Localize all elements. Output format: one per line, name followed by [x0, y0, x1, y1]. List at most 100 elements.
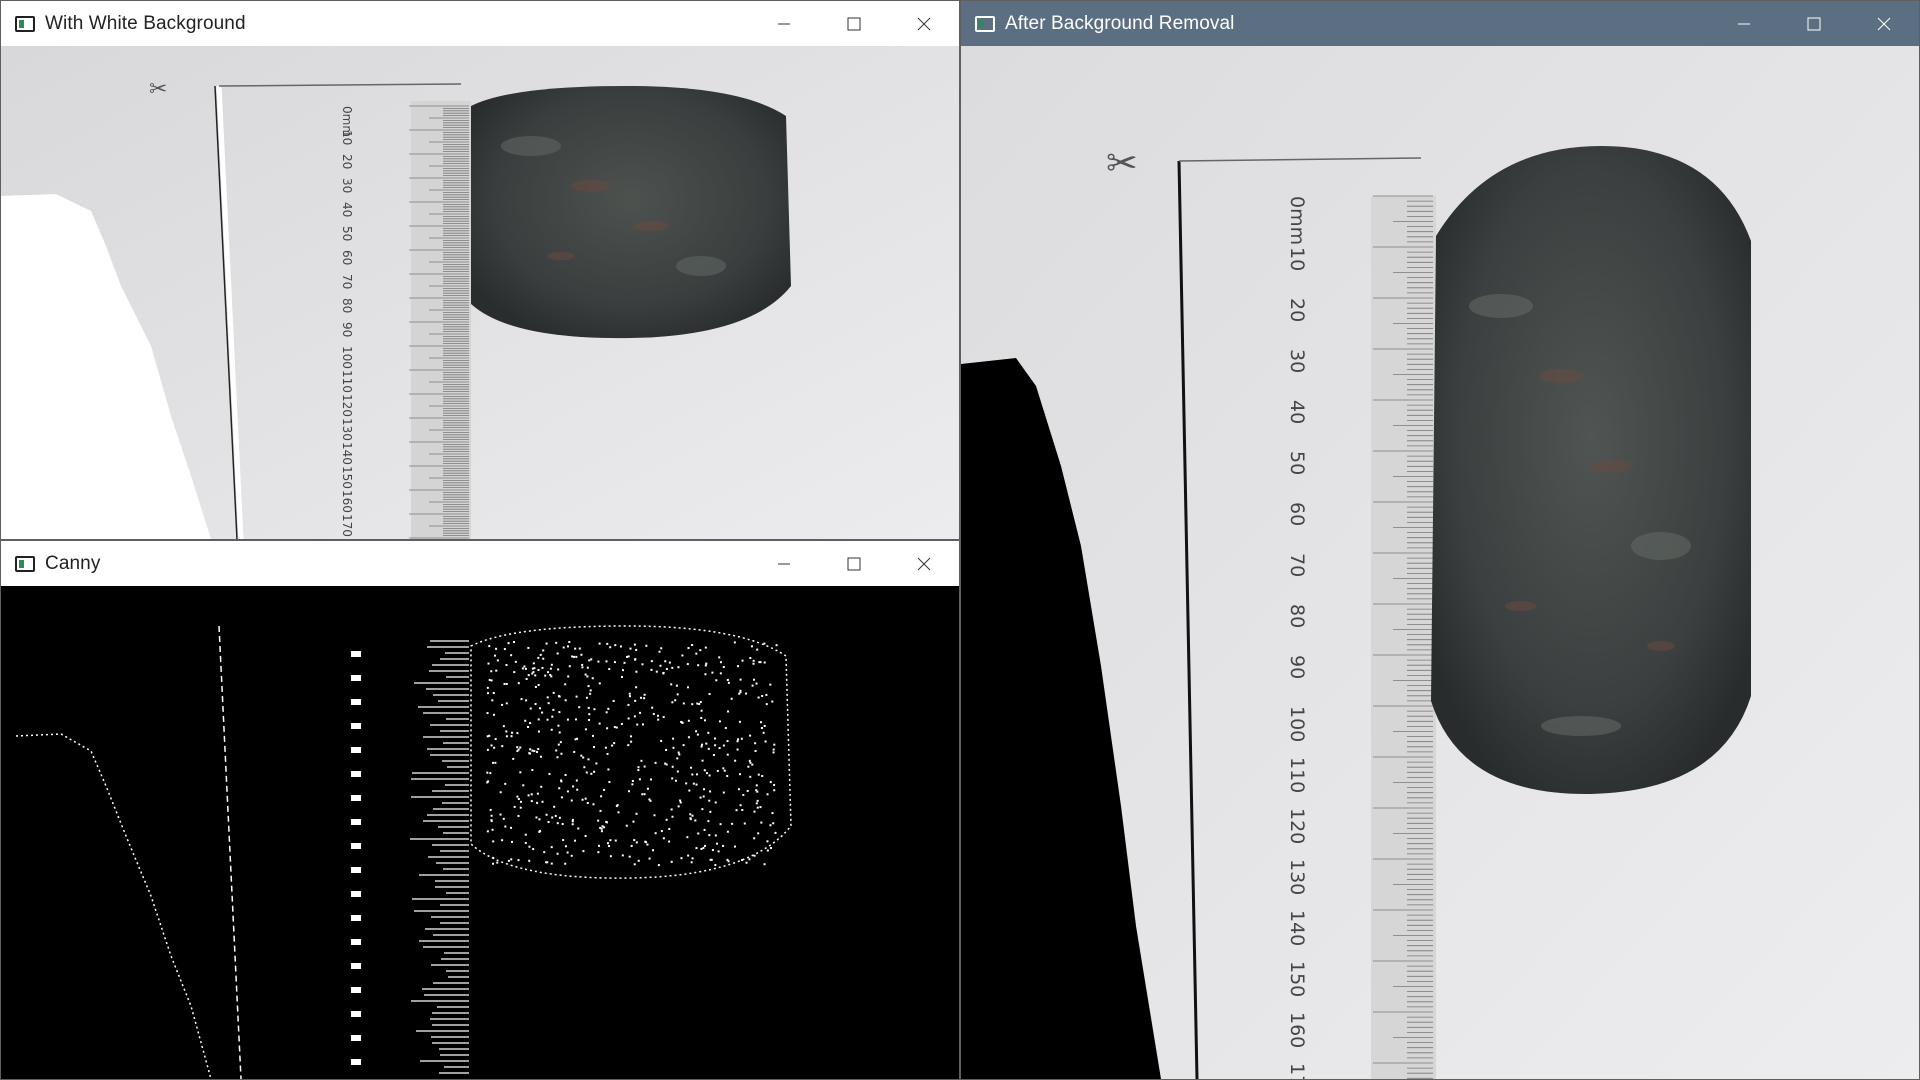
titlebar[interactable]: With White Background — [1, 1, 959, 46]
edge-speck — [547, 671, 550, 674]
edge-speck — [690, 861, 693, 864]
minimize-button[interactable] — [749, 541, 819, 586]
edge-speck — [524, 719, 527, 722]
close-button[interactable] — [889, 1, 959, 46]
edge-speck — [562, 646, 565, 649]
edge-speck — [499, 813, 502, 816]
edge-speck — [708, 693, 711, 696]
edge-speck — [524, 833, 527, 836]
edge-speck — [501, 745, 504, 748]
edge-speck — [752, 659, 755, 662]
edge-speck — [696, 733, 699, 736]
edge-speck — [677, 805, 680, 808]
edge-speck — [532, 662, 535, 665]
maximize-button[interactable] — [819, 541, 889, 586]
edge-speck — [708, 774, 711, 777]
edge-speck — [660, 830, 663, 833]
ruler-label: 130 — [340, 418, 354, 441]
edge-speck — [705, 662, 708, 665]
titlebar[interactable]: After Background Removal — [961, 1, 1919, 46]
image-view: ✂ 0mm 10 20 30 40 50 60 70 80 90 100 110 120 130 140 15… — [1, 46, 959, 539]
image-view — [1, 586, 959, 1079]
edge-speck — [557, 668, 560, 671]
edge-speck — [524, 841, 527, 844]
edge-speck — [545, 813, 548, 816]
edge-speck — [696, 702, 699, 705]
edge-speck — [351, 1011, 361, 1017]
ruler-label: 130 — [1286, 859, 1308, 895]
edge-speck — [504, 782, 507, 785]
edge-speck — [707, 731, 710, 734]
maximize-button[interactable] — [819, 1, 889, 46]
edge-speck — [643, 693, 646, 696]
edge-speck — [486, 686, 489, 689]
edge-speck — [591, 677, 594, 680]
edge-speck — [629, 735, 632, 738]
edge-speck — [531, 749, 534, 752]
edge-speck — [577, 827, 580, 830]
window-canny[interactable]: Canny — [0, 540, 960, 1080]
edge-speck — [735, 809, 738, 812]
edge-speck — [532, 848, 535, 851]
edge-speck — [745, 861, 748, 864]
edge-speck — [671, 701, 674, 704]
edge-speck — [756, 806, 759, 809]
ruler-label: 170 — [340, 514, 354, 537]
edge-speck — [650, 668, 653, 671]
edge-speck — [505, 702, 508, 705]
edge-speck — [626, 655, 629, 658]
edge-speck — [753, 810, 756, 813]
titlebar[interactable]: Canny — [1, 541, 959, 586]
edge-speck — [648, 857, 651, 860]
minimize-button[interactable] — [749, 1, 819, 46]
edge-speck — [717, 850, 720, 853]
minimize-icon — [778, 23, 790, 24]
edge-speck — [726, 774, 729, 777]
edge-speck — [546, 696, 549, 699]
edge-speck — [761, 695, 764, 698]
edge-speck — [505, 682, 508, 685]
edge-speck — [711, 849, 714, 852]
window-after-background-removal[interactable]: After Background Removal ✂ 0mm 10 20 30 … — [960, 0, 1920, 1080]
edge-speck — [517, 682, 520, 685]
edge-speck — [764, 740, 767, 743]
edge-speck — [676, 770, 679, 773]
edge-speck — [588, 713, 591, 716]
edge-speck — [643, 765, 646, 768]
edge-speck — [598, 682, 601, 685]
edge-speck — [491, 699, 494, 702]
edge-speck — [540, 785, 543, 788]
minimize-button[interactable] — [1709, 1, 1779, 46]
edge-speck — [571, 820, 574, 823]
edge-speck — [712, 754, 715, 757]
edge-speck — [726, 753, 729, 756]
edge-speck — [634, 658, 637, 661]
edge-speck — [505, 730, 508, 733]
edge-speck — [560, 752, 563, 755]
edge-speck — [628, 692, 631, 695]
close-button[interactable] — [889, 541, 959, 586]
edge-speck — [670, 860, 673, 863]
edge-speck — [746, 789, 749, 792]
edge-speck — [691, 857, 694, 860]
edge-speck — [538, 830, 541, 833]
edge-speck — [700, 717, 703, 720]
close-button[interactable] — [1849, 1, 1919, 46]
edge-speck — [757, 773, 760, 776]
edge-speck — [701, 808, 704, 811]
edge-speck — [691, 773, 694, 776]
edge-speck — [769, 683, 772, 686]
edge-speck — [766, 849, 769, 852]
edge-speck — [733, 845, 736, 848]
ruler-label: 0mm — [1286, 196, 1308, 245]
edge-speck — [536, 801, 539, 804]
edge-speck — [588, 659, 591, 662]
edge-speck — [488, 679, 491, 682]
edge-speck — [613, 726, 616, 729]
maximize-button[interactable] — [1779, 1, 1849, 46]
edge-speck — [772, 822, 775, 825]
ruler-label: 80 — [340, 298, 354, 313]
edge-speck — [492, 862, 495, 865]
edge-speck — [566, 790, 569, 793]
window-with-white-background[interactable]: With White Background ✂ 0mm 10 20 30 40 … — [0, 0, 960, 540]
